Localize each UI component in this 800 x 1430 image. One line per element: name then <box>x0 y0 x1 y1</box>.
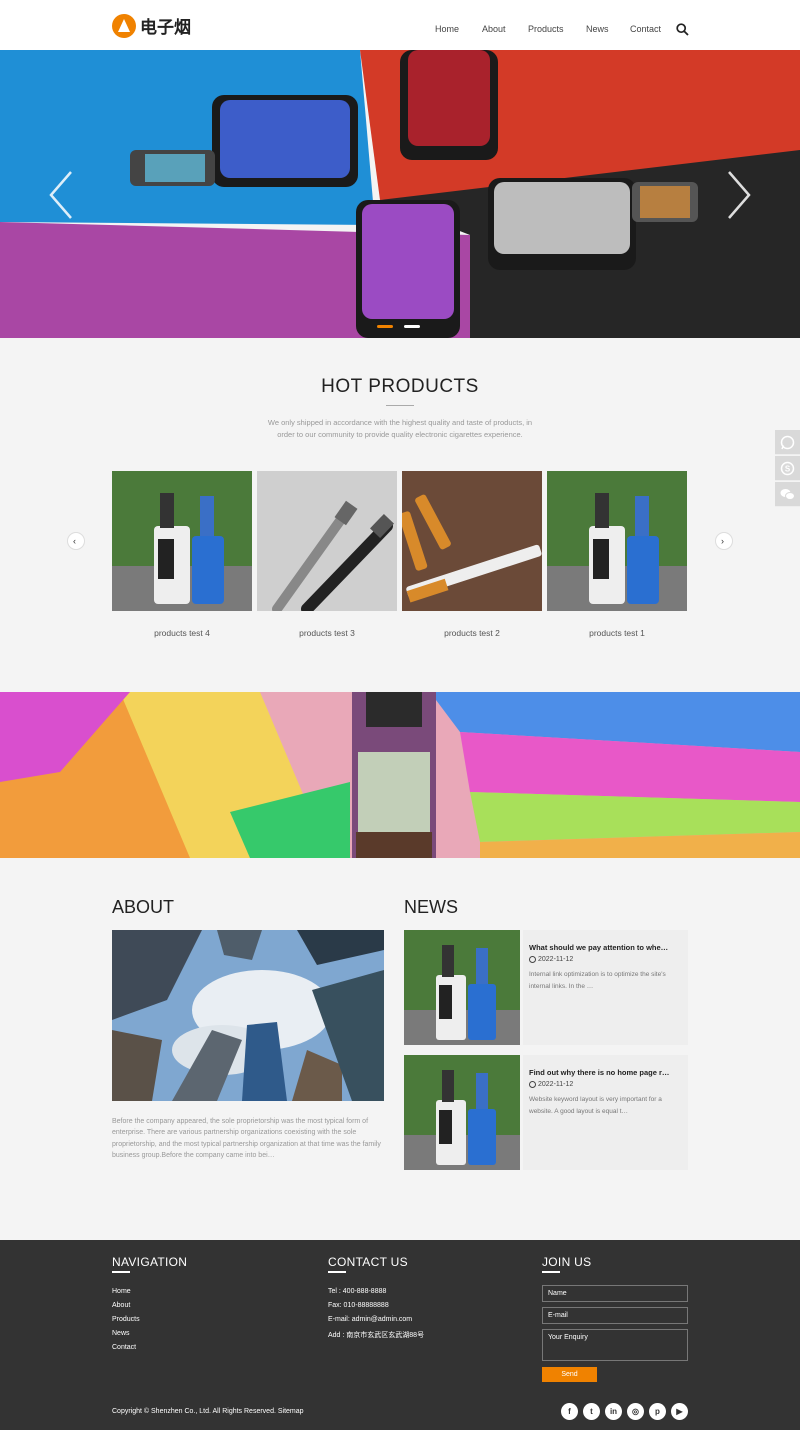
facebook-icon[interactable]: f <box>561 1403 578 1420</box>
hot-products-title: HOT PRODUCTS <box>321 376 479 397</box>
title-divider <box>386 405 414 406</box>
news-item-date: 2022-11-12 <box>529 1081 573 1088</box>
enquiry-field-placeholder: Your Enquiry <box>548 1334 588 1341</box>
contact-email: E-mail: admin@admin.com <box>328 1316 413 1323</box>
footer-link-about[interactable]: About <box>112 1302 130 1309</box>
hero-image <box>0 50 800 338</box>
linkedin-icon[interactable]: in <box>605 1403 622 1420</box>
pinterest-icon[interactable]: p <box>649 1403 666 1420</box>
clock-icon <box>529 1081 536 1088</box>
product-image[interactable] <box>112 471 252 611</box>
nav-products[interactable]: Products <box>528 24 564 34</box>
svg-text:S: S <box>785 465 791 474</box>
title-underline <box>328 1271 346 1273</box>
chevron-right-icon: › <box>721 536 724 546</box>
email-field[interactable]: E-mail <box>542 1307 688 1324</box>
about-title: ABOUT <box>112 897 175 917</box>
chevron-left-icon: ‹ <box>73 536 76 546</box>
footer-join-title: JOIN US <box>542 1255 592 1269</box>
header: 电子烟 Home About Products News Contact <box>0 0 800 50</box>
title-underline <box>542 1271 560 1273</box>
products-next-button[interactable]: › <box>715 532 733 550</box>
mid-banner-image <box>0 692 800 858</box>
search-icon[interactable] <box>676 23 689 36</box>
footer-nav-title: NAVIGATION <box>112 1255 188 1269</box>
send-button[interactable]: Send <box>542 1367 597 1382</box>
footer-link-home[interactable]: Home <box>112 1288 131 1295</box>
footer: NAVIGATION Home About Products News Cont… <box>0 1240 800 1430</box>
product-label[interactable]: products test 2 <box>402 628 542 638</box>
product-image[interactable] <box>402 471 542 611</box>
news-item-excerpt: Website keyword layout is very important… <box>529 1096 662 1115</box>
news-image[interactable] <box>404 930 520 1045</box>
name-field[interactable]: Name <box>542 1285 688 1302</box>
contact-fax: Fax: 010-88888888 <box>328 1302 389 1309</box>
banner-dot[interactable] <box>404 325 420 328</box>
contact-address: Add : 南京市玄武区玄武湖88号 <box>328 1332 425 1339</box>
product-label[interactable]: products test 4 <box>112 628 252 638</box>
twitter-icon[interactable]: t <box>583 1403 600 1420</box>
instagram-icon[interactable]: ◎ <box>627 1403 644 1420</box>
product-image[interactable] <box>257 471 397 611</box>
news-item[interactable]: Find out why there is no home page r… 20… <box>523 1055 688 1170</box>
news-item-excerpt: Internal link optimization is to optimiz… <box>529 971 666 990</box>
nav-news[interactable]: News <box>586 24 609 34</box>
skype-icon[interactable]: S <box>775 456 800 481</box>
news-date-text: 2022-11-12 <box>538 1081 574 1088</box>
footer-contact-title: CONTACT US <box>328 1255 408 1269</box>
youtube-icon[interactable]: ▶ <box>671 1403 688 1420</box>
footer-link-products[interactable]: Products <box>112 1316 140 1323</box>
news-item-title[interactable]: What should we pay attention to whe… <box>529 943 679 952</box>
title-underline <box>112 1271 130 1273</box>
wechat-icon[interactable] <box>775 482 800 507</box>
banner-next-arrow-icon[interactable] <box>722 168 756 222</box>
footer-link-news[interactable]: News <box>112 1330 130 1337</box>
clock-icon <box>529 956 536 963</box>
enquiry-field[interactable]: Your Enquiry <box>542 1329 688 1361</box>
product-label[interactable]: products test 3 <box>257 628 397 638</box>
nav-about[interactable]: About <box>482 24 506 34</box>
news-image[interactable] <box>404 1055 520 1170</box>
hot-products-description: We only shipped in accordance with the h… <box>267 418 533 439</box>
nav-home[interactable]: Home <box>435 24 459 34</box>
news-item-date: 2022-11-12 <box>529 956 573 963</box>
whatsapp-icon[interactable] <box>775 430 800 455</box>
hero-banner <box>0 50 800 338</box>
footer-link-contact[interactable]: Contact <box>112 1344 136 1351</box>
news-item[interactable]: What should we pay attention to whe… 202… <box>523 930 688 1045</box>
banner-prev-arrow-icon[interactable] <box>44 168 78 222</box>
news-title: NEWS <box>404 897 458 917</box>
news-item-title[interactable]: Find out why there is no home page r… <box>529 1068 679 1077</box>
news-date-text: 2022-11-12 <box>538 956 574 963</box>
banner-dot-active[interactable] <box>377 325 393 328</box>
about-text: Before the company appeared, the sole pr… <box>112 1118 381 1159</box>
name-field-placeholder: Name <box>548 1290 567 1297</box>
email-field-placeholder: E-mail <box>548 1312 568 1319</box>
products-prev-button[interactable]: ‹ <box>67 532 85 550</box>
product-image[interactable] <box>547 471 687 611</box>
mid-banner <box>0 692 800 858</box>
copyright: Copyright © Shenzhen Co., Ltd. All Right… <box>112 1408 304 1415</box>
about-image <box>112 930 384 1101</box>
contact-tel: Tel : 400-888-8888 <box>328 1288 387 1295</box>
product-label[interactable]: products test 1 <box>547 628 687 638</box>
nav-contact[interactable]: Contact <box>630 24 661 34</box>
